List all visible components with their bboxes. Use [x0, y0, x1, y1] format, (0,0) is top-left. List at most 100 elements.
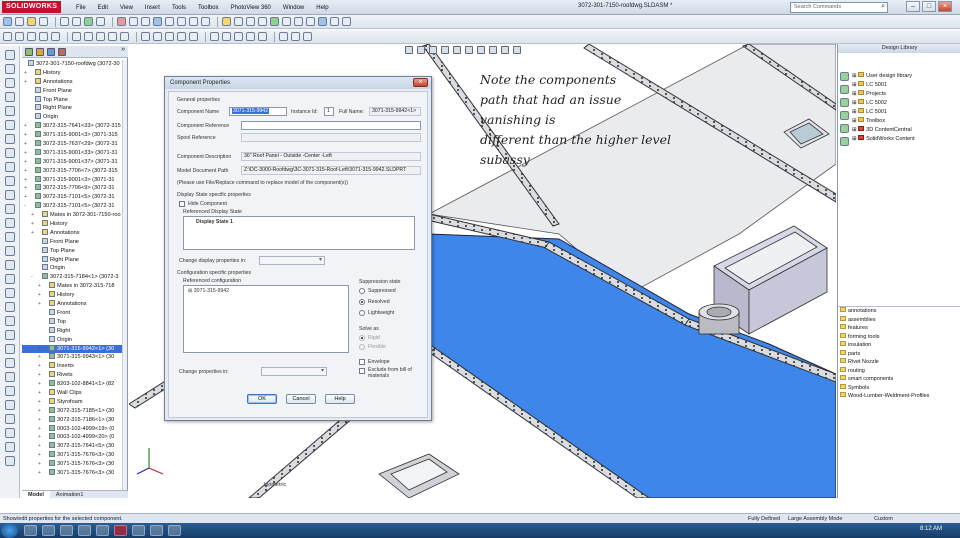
- strip-icon-9[interactable]: [4, 162, 15, 172]
- tree-item[interactable]: +3071-315-9001<3> (3071-31: [22, 175, 126, 185]
- view-settings-icon[interactable]: [513, 46, 521, 54]
- balloon-icon[interactable]: [246, 17, 255, 26]
- tree-item[interactable]: + History: [22, 68, 126, 78]
- search-commands-input[interactable]: Search Commands ⌕: [790, 2, 888, 13]
- add-location-icon[interactable]: [840, 72, 849, 81]
- expand-toggle-icon[interactable]: +: [38, 407, 42, 416]
- tree-item[interactable]: +3071-315-7676<3> (30: [22, 451, 126, 460]
- stop-icon[interactable]: [282, 17, 291, 26]
- arc-tool-icon[interactable]: [72, 32, 81, 41]
- sketch-icon[interactable]: [165, 17, 174, 26]
- tree-item[interactable]: + Annotations: [22, 228, 126, 238]
- library-folder-item[interactable]: Rivet Nozzle: [840, 358, 960, 367]
- explorer-icon[interactable]: [24, 525, 37, 536]
- camera-icon[interactable]: [306, 17, 315, 26]
- tree-item[interactable]: - 3072-315-7184<1> (3072-3: [22, 273, 126, 282]
- menu-edit[interactable]: Edit: [92, 5, 114, 11]
- configuration-list[interactable]: ⊞ 3071-315-9942: [183, 285, 349, 353]
- taskbar-app-icon[interactable]: [132, 525, 145, 536]
- menu-photoview[interactable]: PhotoView 360: [225, 5, 277, 11]
- arc-icon[interactable]: [201, 17, 210, 26]
- expand-toggle-icon[interactable]: -: [31, 273, 35, 282]
- strip-icon-5[interactable]: [4, 106, 15, 116]
- offset-icon[interactable]: [177, 32, 186, 41]
- strip-icon-15[interactable]: [4, 246, 15, 256]
- view-icon[interactable]: [318, 17, 327, 26]
- tree-item[interactable]: Origin: [22, 335, 126, 345]
- library-folder-item[interactable]: assemblies: [840, 315, 960, 325]
- library-tree-item[interactable]: ⊞ SolidWorks Content: [852, 135, 960, 144]
- expand-toggle-icon[interactable]: +: [38, 398, 42, 407]
- solidworks-logo[interactable]: SOLIDWORKS: [2, 1, 62, 13]
- hide-component-checkbox[interactable]: [179, 201, 185, 207]
- create-folder-icon[interactable]: [840, 85, 849, 94]
- strip-icon-18[interactable]: [4, 288, 15, 298]
- strip-icon-11[interactable]: [4, 190, 15, 200]
- expand-toggle-icon[interactable]: +: [24, 149, 28, 158]
- tree-item[interactable]: Top: [22, 317, 126, 327]
- tree-item[interactable]: Front Plane: [22, 237, 126, 247]
- tree-item[interactable]: +3072-315-7706<9> (3072-31: [22, 184, 126, 193]
- zoom-icon[interactable]: [342, 17, 351, 26]
- property-tab-icon[interactable]: [36, 48, 44, 56]
- mate-icon[interactable]: [141, 17, 150, 26]
- library-tree-item[interactable]: ⊞ LC 5001: [852, 81, 960, 90]
- display-state-list[interactable]: Display State 1: [183, 216, 415, 250]
- tree-item[interactable]: + Inserts: [22, 362, 126, 371]
- library-folder-item[interactable]: annotations: [840, 307, 960, 316]
- scale-icon[interactable]: [246, 32, 255, 41]
- tree-item[interactable]: +3072-315-7101<5> (3072-31: [22, 193, 126, 202]
- display-style-icon[interactable]: [465, 46, 473, 54]
- point-icon[interactable]: [141, 32, 150, 41]
- change-properties-dropdown[interactable]: [261, 367, 327, 376]
- expand-toggle-icon[interactable]: +: [38, 282, 42, 291]
- rectangle-icon[interactable]: [27, 32, 36, 41]
- expand-toggle-icon[interactable]: +: [38, 433, 42, 442]
- taskbar-app-icon[interactable]: [60, 525, 73, 536]
- ok-button[interactable]: OK: [247, 394, 277, 404]
- strip-icon-4[interactable]: [4, 92, 15, 102]
- strip-icon-10[interactable]: [4, 176, 15, 186]
- solidworks-taskbar-icon[interactable]: [114, 525, 127, 536]
- library-tree-item[interactable]: ⊞ LC 5001: [852, 108, 960, 117]
- section-icon[interactable]: [330, 17, 339, 26]
- taskbar-app-icon[interactable]: [150, 525, 163, 536]
- tree-item[interactable]: +3072-315-7641<5> (30: [22, 442, 126, 451]
- pattern-icon[interactable]: [210, 32, 219, 41]
- expand-toggle-icon[interactable]: +: [38, 380, 42, 389]
- polygon-icon[interactable]: [39, 32, 48, 41]
- lightweight-radio[interactable]: [359, 310, 365, 316]
- expand-toggle-icon[interactable]: +: [38, 345, 42, 354]
- section-view-icon[interactable]: [441, 46, 449, 54]
- strip-icon-14[interactable]: [4, 232, 15, 242]
- expand-toggle-icon[interactable]: +: [38, 442, 42, 451]
- apply-scene-icon[interactable]: [501, 46, 509, 54]
- expand-toggle-icon[interactable]: +: [24, 167, 28, 176]
- view-orientation-icon[interactable]: [453, 46, 461, 54]
- line-icon[interactable]: [177, 17, 186, 26]
- tree-item[interactable]: + History: [22, 291, 126, 300]
- expand-toggle-icon[interactable]: +: [38, 389, 42, 398]
- expand-toggle-icon[interactable]: +: [24, 140, 28, 149]
- relations-icon[interactable]: [279, 32, 288, 41]
- expand-toggle-icon[interactable]: +: [24, 193, 28, 202]
- measure-icon[interactable]: [258, 17, 267, 26]
- refresh-icon[interactable]: [840, 98, 849, 107]
- strip-icon-6[interactable]: [4, 120, 15, 130]
- library-folder-item[interactable]: insulation: [840, 341, 960, 350]
- minimize-button[interactable]: –: [906, 1, 920, 12]
- display-tab-icon[interactable]: [58, 48, 66, 56]
- extend-icon[interactable]: [165, 32, 174, 41]
- taskbar-clock[interactable]: 8:12 AM: [920, 526, 942, 532]
- rotate-icon[interactable]: [234, 32, 243, 41]
- rebuild-icon[interactable]: [84, 17, 93, 26]
- strip-icon-29[interactable]: [4, 442, 15, 452]
- tab-animation[interactable]: Animation1: [50, 491, 90, 498]
- save-icon[interactable]: [27, 17, 36, 26]
- tree-item[interactable]: Top Plane: [22, 95, 126, 105]
- open-icon[interactable]: [15, 17, 24, 26]
- component-reference-field[interactable]: [241, 121, 421, 130]
- expand-toggle-icon[interactable]: +: [31, 229, 35, 238]
- tree-item[interactable]: +3072-315-7637<29> (3072-31: [22, 140, 126, 149]
- tree-item[interactable]: - 3072-315-7101<5> (3072-31: [22, 202, 126, 211]
